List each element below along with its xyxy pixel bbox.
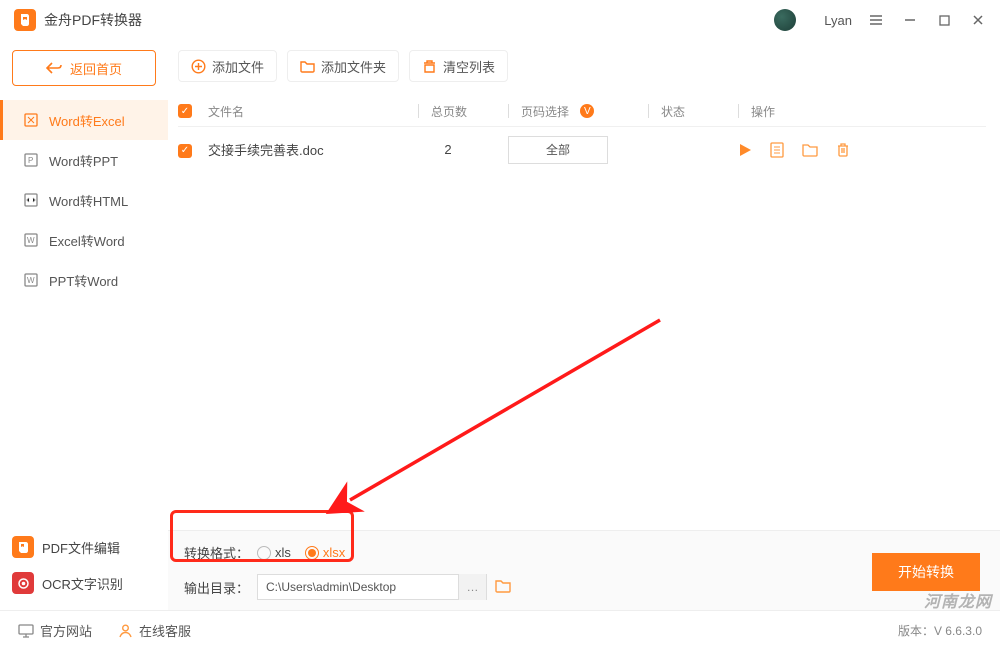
row-checkbox[interactable]: ✓ (178, 144, 192, 158)
clear-list-button[interactable]: 清空列表 (409, 50, 508, 82)
add-file-button[interactable]: 添加文件 (178, 50, 277, 82)
minimize-button[interactable] (900, 10, 920, 30)
open-output-folder-icon[interactable] (495, 579, 511, 596)
output-path-input[interactable] (258, 580, 458, 594)
add-folder-button[interactable]: 添加文件夹 (287, 50, 399, 82)
ocr-button[interactable]: OCR文字识别 (12, 568, 156, 598)
close-button[interactable] (968, 10, 988, 30)
support-link[interactable]: 在线客服 (118, 621, 191, 640)
nav-ppt-to-word[interactable]: W PPT转Word (0, 260, 168, 300)
svg-text:W: W (27, 236, 35, 245)
doc-icon[interactable] (770, 142, 784, 158)
back-arrow-icon (46, 61, 62, 75)
file-table: ✓ 文件名 总页数 页码选择 V 状态 操作 ✓ 交接手续完善表.doc 2 全… (178, 96, 986, 172)
app-logo-icon (14, 9, 36, 31)
pdf-edit-icon (12, 536, 34, 558)
quick-tools: PDF文件编辑 OCR文字识别 (0, 530, 168, 610)
pdf-edit-button[interactable]: PDF文件编辑 (12, 532, 156, 562)
col-status: 状态 (648, 103, 738, 120)
word-icon: W (23, 272, 39, 288)
vip-badge-icon: V (580, 104, 594, 118)
plus-circle-icon (191, 59, 206, 74)
official-site-link[interactable]: 官方网站 (18, 621, 92, 640)
nav-label: Excel转Word (49, 231, 125, 250)
menu-icon[interactable] (866, 10, 886, 30)
delete-icon[interactable] (836, 142, 850, 157)
nav-word-to-excel[interactable]: Word转Excel (0, 100, 168, 140)
ocr-icon (12, 572, 34, 594)
title-bar: 金舟PDF转换器 Lyan (0, 0, 1000, 40)
output-label: 输出目录： (184, 578, 249, 597)
col-pages: 总页数 (418, 103, 508, 120)
content-area: 添加文件 添加文件夹 清空列表 ✓ 文件名 总页数 页码选择 V 状态 操作 ✓ (168, 40, 1000, 600)
monitor-icon (18, 624, 34, 638)
convert-panel: 转换格式： xls xlsx 输出目录： … 开始转换 (168, 530, 1000, 610)
maximize-button[interactable] (934, 10, 954, 30)
sidebar: 返回首页 Word转Excel P Word转PPT Word转HTML W E… (0, 40, 168, 600)
cell-pages: 2 (418, 142, 508, 157)
play-icon[interactable] (738, 143, 752, 157)
clear-icon (422, 59, 437, 74)
toolbar: 添加文件 添加文件夹 清空列表 (178, 50, 986, 82)
excel-icon (23, 112, 39, 128)
radio-xls[interactable]: xls (257, 545, 291, 560)
nav-excel-to-word[interactable]: W Excel转Word (0, 220, 168, 260)
nav-word-to-ppt[interactable]: P Word转PPT (0, 140, 168, 180)
svg-text:P: P (28, 156, 33, 165)
back-home-button[interactable]: 返回首页 (12, 50, 156, 86)
table-header: ✓ 文件名 总页数 页码选择 V 状态 操作 (178, 96, 986, 126)
app-title: 金舟PDF转换器 (44, 10, 142, 30)
user-name: Lyan (824, 13, 852, 28)
col-range: 页码选择 V (508, 103, 648, 120)
col-filename: 文件名 (208, 103, 418, 120)
word-icon: W (23, 232, 39, 248)
format-label: 转换格式： (184, 543, 249, 562)
open-folder-icon[interactable] (802, 143, 818, 157)
radio-xlsx[interactable]: xlsx (305, 545, 345, 560)
browse-button[interactable]: … (458, 574, 486, 600)
version-label: 版本：V 6.6.3.0 (898, 622, 982, 639)
watermark: 河南龙网 (924, 588, 992, 612)
back-label: 返回首页 (70, 59, 122, 78)
html-icon (23, 192, 39, 208)
cell-filename: 交接手续完善表.doc (208, 140, 418, 159)
folder-icon (300, 60, 315, 73)
start-convert-button[interactable]: 开始转换 (872, 553, 980, 591)
nav-label: PPT转Word (49, 271, 118, 290)
svg-text:W: W (27, 276, 35, 285)
footer: 官方网站 在线客服 版本：V 6.6.3.0 (0, 610, 1000, 650)
col-action: 操作 (738, 103, 938, 120)
nav-label: Word转Excel (49, 111, 125, 130)
support-icon (118, 623, 133, 638)
nav-label: Word转HTML (49, 191, 128, 210)
table-row: ✓ 交接手续完善表.doc 2 全部 (178, 126, 986, 172)
user-avatar[interactable] (774, 9, 796, 31)
ppt-icon: P (23, 152, 39, 168)
page-range-button[interactable]: 全部 (508, 136, 608, 164)
nav-word-to-html[interactable]: Word转HTML (0, 180, 168, 220)
select-all-checkbox[interactable]: ✓ (178, 104, 192, 118)
output-path-box: … (257, 574, 487, 600)
nav-label: Word转PPT (49, 151, 118, 170)
